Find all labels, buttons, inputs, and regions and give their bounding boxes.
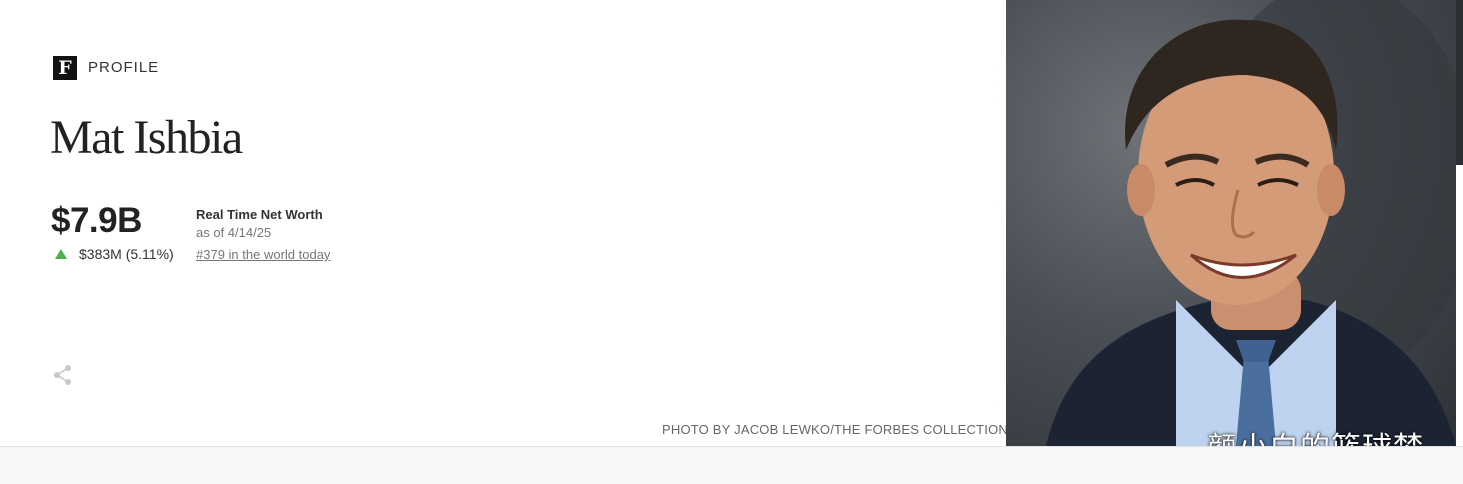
page-divider	[0, 446, 1463, 484]
profile-header: F PROFILE Mat Ishbia $7.9B $383M (5.11%)…	[0, 0, 1463, 466]
net-worth-change: $383M (5.11%)	[53, 246, 174, 262]
section-label: PROFILE	[88, 59, 160, 76]
world-rank-link[interactable]: #379 in the world today	[196, 247, 330, 262]
net-worth-value: $7.9B	[51, 201, 142, 240]
photo-credit: PHOTO BY JACOB LEWKO/THE FORBES COLLECTI…	[662, 422, 1008, 437]
up-arrow-icon	[55, 249, 67, 259]
as-of-date: as of 4/14/25	[196, 225, 272, 240]
person-name: Mat Ishbia	[50, 111, 243, 164]
portrait-photo	[1006, 0, 1456, 446]
forbes-logo-icon[interactable]: F	[53, 56, 77, 80]
share-icon[interactable]	[52, 364, 74, 386]
photo-edge	[1456, 0, 1463, 165]
net-worth-label: Real Time Net Worth	[196, 207, 323, 222]
change-value: $383M (5.11%)	[79, 246, 174, 262]
portrait-illustration	[1046, 0, 1456, 446]
